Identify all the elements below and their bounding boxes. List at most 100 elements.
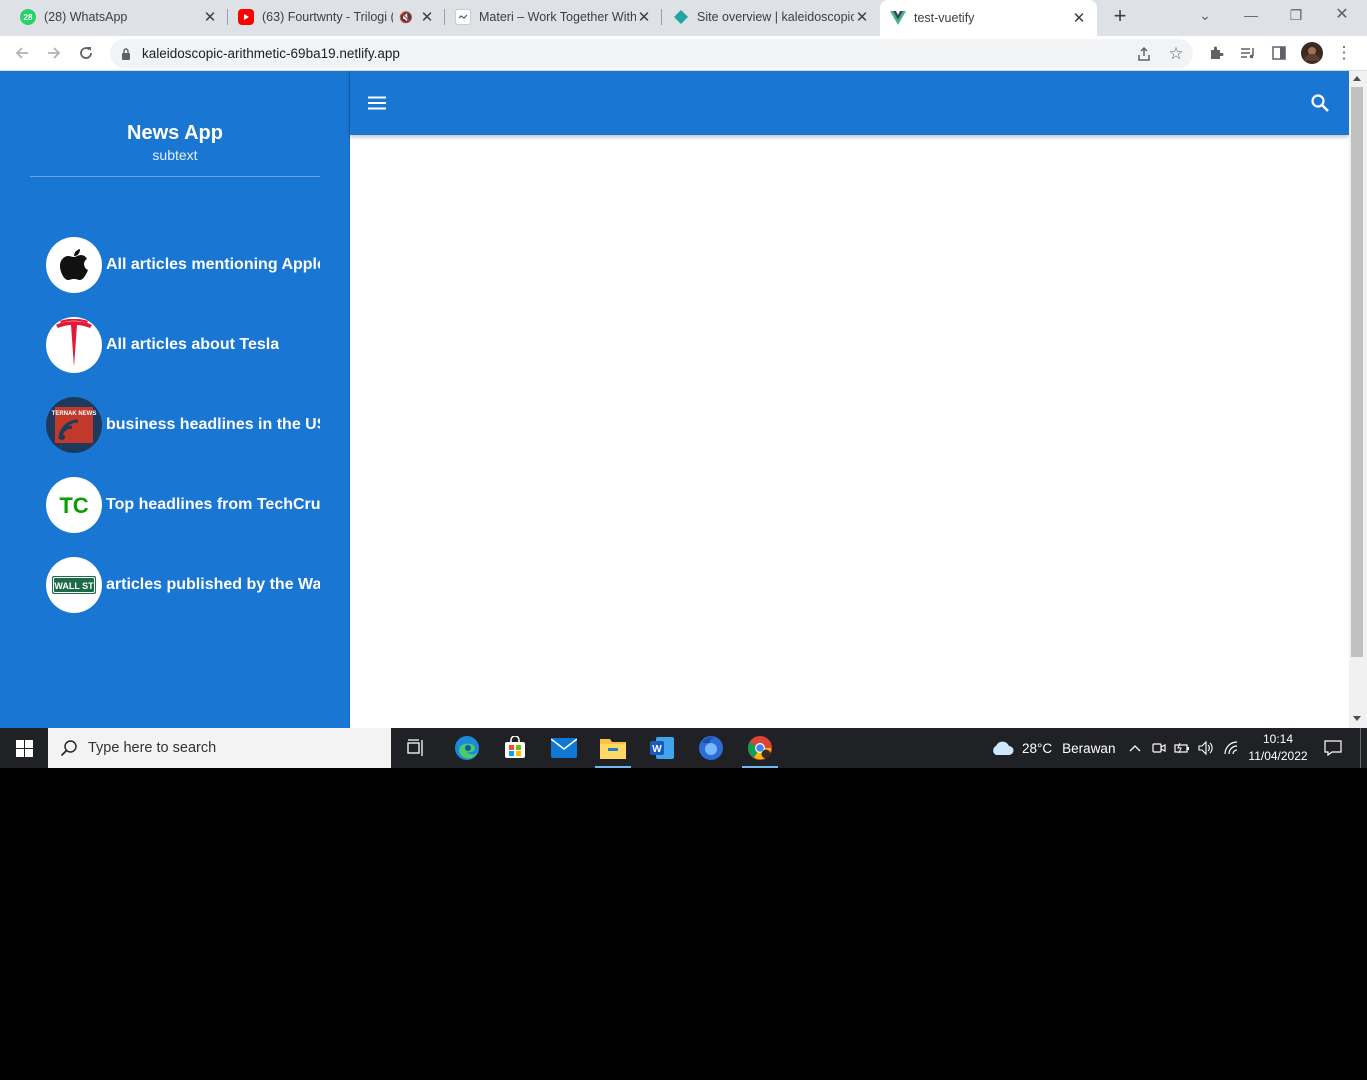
address-bar[interactable]: kaleidoscopic-arithmetic-69ba19.netlify.… [110,39,1193,68]
nav-item-techcrunch[interactable]: TC Top headlines from TechCrunch [46,477,320,533]
tab-strip: 28 (28) WhatsApp ✕ (63) Fourtwnty - Tril… [0,0,1367,36]
clock-time: 10:14 [1262,732,1294,746]
close-tab-icon[interactable]: ✕ [636,8,652,26]
speaker-muted-icon[interactable]: 🔇 [399,11,413,24]
drawer-title: News App [127,122,223,144]
close-window-icon[interactable]: ✕ [1331,4,1353,28]
tab-title: (63) Fourtwnty - Trilogi (L [262,10,394,24]
apple-logo-icon [46,237,102,293]
close-tab-icon[interactable]: ✕ [1071,9,1087,27]
menu-icon[interactable] [364,90,390,116]
techcrunch-logo-icon: TC [46,477,102,533]
tab-title: test-vuetify [914,11,975,25]
weather-temp: 28°C [1022,740,1053,756]
whatsapp-icon: 28 [20,9,36,25]
youtube-icon [238,9,254,25]
nav-item-label: articles published by the Wall Street Jo… [106,576,320,593]
taskbar-clock[interactable]: 10:14 11/04/2022 [1246,731,1310,765]
firefox-icon[interactable] [687,728,735,768]
restore-icon[interactable]: ❐ [1285,4,1307,28]
edge-browser-icon[interactable] [443,728,491,768]
profile-avatar[interactable] [1301,42,1323,64]
wall-street-sign-icon: WALL ST [46,557,102,613]
tab-whatsapp[interactable]: 28 (28) WhatsApp ✕ [10,0,228,34]
svg-text:TERNAK NEWS: TERNAK NEWS [52,411,97,417]
windows-taskbar: Type here to search W 28°C Berawan 10:14… [0,728,1367,768]
forward-icon[interactable] [43,42,65,64]
meet-now-icon[interactable] [1150,728,1168,768]
nav-item-label: business headlines in the US [106,416,320,433]
nav-item-wsj[interactable]: WALL ST articles published by the Wall S… [46,557,320,613]
mail-icon[interactable] [540,728,588,768]
nav-item-tesla[interactable]: All articles about Tesla [46,317,320,373]
app-bar [350,71,1349,135]
screen: 28 (28) WhatsApp ✕ (63) Fourtwnty - Tril… [0,0,1367,768]
close-tab-icon[interactable]: ✕ [419,8,435,26]
drawer-divider [30,176,320,177]
svg-text:WALL ST: WALL ST [54,581,94,591]
nav-item-label: All articles about Tesla [106,336,280,353]
word-icon[interactable]: W [638,728,686,768]
show-desktop-divider[interactable] [1360,728,1361,768]
news-logo-icon: TERNAK NEWS [46,397,102,453]
app: News App subtext All articles mentioning… [0,71,1367,728]
nav-item-business-us[interactable]: TERNAK NEWS business headlines in the US [46,397,320,453]
tab-title: Materi – Work Together With [479,10,636,24]
clock-date: 11/04/2022 [1248,749,1308,763]
tesla-logo-icon [46,317,102,373]
taskbar-search-box[interactable]: Type here to search [48,728,391,768]
windows-start-icon[interactable] [0,728,48,768]
vue-icon [890,10,906,26]
nav-item-apple[interactable]: All articles mentioning Apple [46,237,320,293]
chrome-icon[interactable] [736,728,784,768]
search-icon[interactable] [1307,90,1333,116]
search-icon [60,739,78,757]
lock-icon[interactable] [120,47,132,61]
side-panel-icon[interactable] [1268,42,1290,64]
more-menu-icon[interactable]: ⋮ [1333,42,1355,64]
minimize-icon[interactable]: — [1240,4,1262,28]
task-view-icon[interactable] [392,728,440,768]
taskbar-search-placeholder: Type here to search [88,740,217,756]
media-control-icon[interactable] [1237,42,1259,64]
tab-search-chevron-icon[interactable]: ⌄ [1195,4,1215,28]
netlify-icon [673,9,689,25]
nav-item-label: Top headlines from TechCrunch [106,496,320,513]
browser-toolbar: kaleidoscopic-arithmetic-69ba19.netlify.… [0,36,1367,71]
extensions-icon[interactable] [1205,42,1227,64]
navigation-drawer: News App subtext All articles mentioning… [0,71,350,728]
tab-title: Site overview | kaleidoscopic [697,10,854,24]
url-text[interactable]: kaleidoscopic-arithmetic-69ba19.netlify.… [142,46,400,61]
scroll-thumb[interactable] [1351,87,1363,657]
page-scrollbar[interactable] [1349,71,1367,728]
weather-widget[interactable]: 28°C Berawan [990,728,1115,768]
weather-condition: Berawan [1062,740,1116,756]
volume-icon[interactable] [1197,728,1215,768]
tab-materi[interactable]: Materi – Work Together With ✕ [445,0,662,34]
drawer-subtitle: subtext [152,147,198,163]
reload-icon[interactable] [75,42,97,64]
tab-youtube[interactable]: (63) Fourtwnty - Trilogi (L 🔇 ✕ [228,0,445,34]
svg-text:TC: TC [59,495,88,515]
share-icon[interactable] [1133,43,1155,65]
cloud-icon [990,740,1014,756]
file-explorer-icon[interactable] [589,728,637,768]
tab-title: (28) WhatsApp [44,10,128,24]
nav-item-label: All articles mentioning Apple [106,256,320,273]
svg-text:W: W [652,744,662,755]
wifi-icon[interactable] [1222,728,1240,768]
materi-icon [455,9,471,25]
new-tab-button[interactable]: + [1108,5,1132,29]
battery-icon[interactable] [1173,728,1191,768]
notification-icon[interactable] [1322,728,1344,768]
close-tab-icon[interactable]: ✕ [202,8,218,26]
back-icon[interactable] [11,42,33,64]
scroll-up-arrow-icon[interactable] [1353,76,1361,81]
tab-netlify[interactable]: Site overview | kaleidoscopic ✕ [663,0,880,34]
microsoft-store-icon[interactable] [491,728,539,768]
close-tab-icon[interactable]: ✕ [854,8,870,26]
scroll-down-arrow-icon[interactable] [1353,716,1361,721]
show-hidden-icons-chevron-icon[interactable] [1126,728,1144,768]
bookmark-star-icon[interactable]: ☆ [1165,43,1187,65]
tab-test-vuetify[interactable]: test-vuetify ✕ [880,0,1097,36]
